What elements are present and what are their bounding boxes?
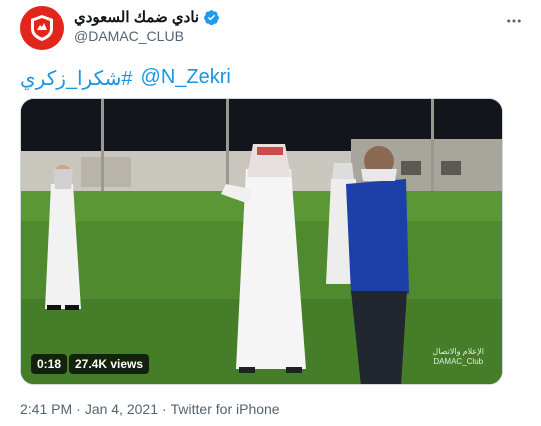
- hashtag-link[interactable]: #شكرا_زكري: [20, 66, 133, 91]
- verified-badge-icon: [204, 9, 220, 25]
- meta-separator: ·: [161, 401, 167, 417]
- tweet-time[interactable]: 2:41 PM: [20, 401, 72, 417]
- tweet-source[interactable]: Twitter for iPhone: [171, 401, 280, 417]
- video-watermark: الإعلام والاتصال DAMAC_Club: [432, 347, 484, 366]
- account-name-row: نادي ضمك السعودي: [74, 8, 220, 26]
- tweet-text: #شكرا_زكري @N_Zekri: [20, 66, 231, 91]
- video-duration-badge: 0:18: [31, 354, 68, 374]
- club-logo-icon: [31, 15, 53, 41]
- tweet-card: نادي ضمك السعودي @DAMAC_CLUB #شكرا_زكري …: [0, 0, 541, 426]
- more-options-icon: [507, 19, 521, 23]
- video-frame: [21, 99, 502, 384]
- account-handle[interactable]: @DAMAC_CLUB: [74, 28, 184, 44]
- club-logo-avatar[interactable]: [20, 6, 64, 50]
- tweet-date[interactable]: Jan 4, 2021: [85, 401, 158, 417]
- video-views-badge: 27.4K views: [69, 354, 150, 374]
- watermark-arabic: الإعلام والاتصال: [432, 347, 484, 356]
- video-player[interactable]: 0:18 27.4K views الإعلام والاتصال DAMAC_…: [20, 98, 503, 385]
- watermark-english: DAMAC_Club: [433, 357, 484, 366]
- display-name[interactable]: نادي ضمك السعودي: [74, 8, 199, 26]
- meta-separator: ·: [76, 401, 81, 417]
- mention-link[interactable]: @N_Zekri: [141, 66, 231, 91]
- tweet-meta: 2:41 PM · Jan 4, 2021 · Twitter for iPho…: [20, 401, 280, 417]
- more-options-button[interactable]: [499, 6, 529, 36]
